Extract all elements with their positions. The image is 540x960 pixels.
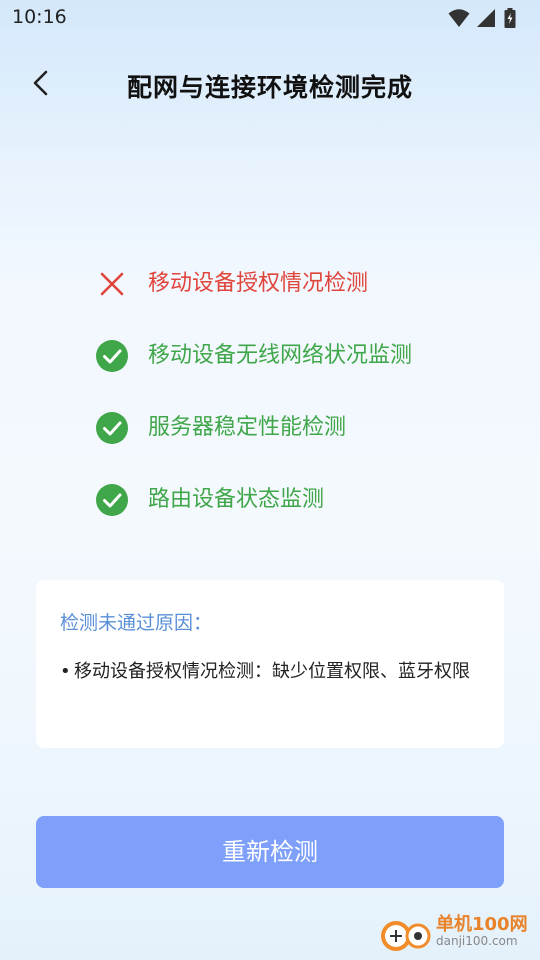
bullet: • [60,661,71,682]
failure-reason-card: 检测未通过原因： • 移动设备授权情况检测：缺少位置权限、蓝牙权限 [36,580,504,748]
status-bar: 10:16 [0,0,540,36]
check-label: 移动设备授权情况检测 [148,271,369,296]
check-circle-icon [96,484,128,516]
check-circle-icon [96,340,128,372]
check-item-server-stability: 服务器稳定性能检测 [96,406,516,478]
check-item-device-authorization: 移动设备授权情况检测 [96,262,516,334]
page-title: 配网与连接环境检测完成 [126,73,413,102]
status-time: 10:16 [12,6,67,28]
status-icons [448,8,526,28]
check-label: 路由设备状态监测 [148,487,325,512]
wifi-icon [448,9,470,27]
reason-text: 移动设备授权情况检测：缺少位置权限、蓝牙权限 [74,661,470,682]
check-item-router-status: 路由设备状态监测 [96,478,516,550]
recheck-button[interactable]: 重新检测 [36,816,504,888]
watermark-url: danji100.com [436,934,518,948]
watermark-logo-icon [381,921,431,951]
check-circle-icon [96,412,128,444]
reason-item: • 移动设备授权情况检测：缺少位置权限、蓝牙权限 [60,654,480,690]
check-list: 移动设备授权情况检测 移动设备无线网络状况监测 服务器稳定性能检测 路由设备状态… [96,262,516,550]
check-label: 服务器稳定性能检测 [148,415,347,440]
check-label: 移动设备无线网络状况监测 [148,343,413,368]
cross-icon [100,272,124,296]
check-item-wireless-network: 移动设备无线网络状况监测 [96,334,516,406]
watermark: 单机100网 danji100.com [380,906,534,956]
reason-title: 检测未通过原因： [60,612,213,634]
watermark-name: 单机100网 [436,914,528,935]
cellular-signal-icon [477,9,495,27]
header: 配网与连接环境检测完成 [0,56,540,112]
battery-icon [504,8,516,28]
